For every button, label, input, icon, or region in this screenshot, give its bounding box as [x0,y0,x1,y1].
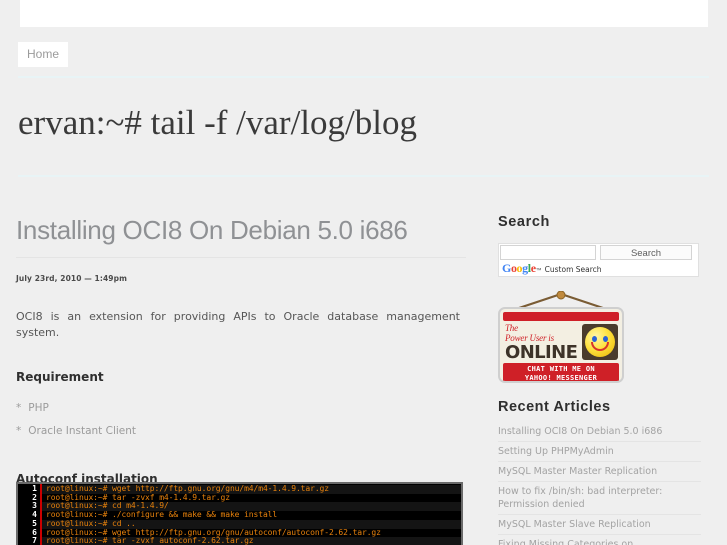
badge-middle: The Power User is ONLINE [500,321,622,363]
recent-article-link[interactable]: Fixing Missing Categories on [498,538,701,545]
recent-article-link[interactable]: Setting Up PHPMyAdmin [498,445,701,458]
badge-top-stripe [503,312,619,321]
smiley-mouth [591,342,609,351]
list-item[interactable]: MySQL Master Master Replication [498,462,701,482]
google-branding: Google ™ Custom Search [499,261,698,276]
list-item-label: PHP [28,402,49,414]
trademark-symbol: ™ [535,268,542,274]
google-custom-search-widget: Search Google ™ Custom Search [498,243,699,277]
main-navigation: Home [18,42,69,67]
custom-search-label: Custom Search [544,265,602,274]
badge-footer-line2: YAHOO! MESSENGER [524,373,598,382]
list-item[interactable]: MySQL Master Slave Replication [498,515,701,535]
list-item[interactable]: Setting Up PHPMyAdmin [498,442,701,462]
nav-item-home[interactable]: Home [18,42,69,67]
list-item: * PHP [16,397,466,420]
post-date: July 23rd, 2010 — 1:49pm [16,274,127,283]
asterisk-icon: * [16,425,22,437]
requirement-heading: Requirement [16,370,104,384]
main-content: Installing OCI8 On Debian 5.0 i686 July … [16,215,466,486]
recent-article-link[interactable]: MySQL Master Master Replication [498,465,701,478]
badge-footer: CHAT WITH ME ON YAHOO! MESSENGER [503,363,619,382]
divider-below-title [18,175,709,177]
badge-script-line1: The [505,323,518,333]
requirement-list: * PHP * Oracle Instant Client [16,397,466,443]
search-button[interactable]: Search [600,245,692,260]
search-input[interactable] [500,245,596,260]
recent-article-link[interactable]: How to fix /bin/sh: bad interpreter: Per… [498,485,701,511]
post-intro-paragraph: OCI8 is an extension for providing APIs … [16,310,460,339]
recent-articles-list: Installing OCI8 On Debian 5.0 i686 Setti… [498,422,701,545]
google-logo-g1: G [502,261,511,275]
badge-text-group: The Power User is ONLINE [505,323,582,363]
code-line-number: 7 [32,536,37,545]
code-line-numbers: 1 2 3 4 5 6 7 [18,484,42,545]
list-item-label: Oracle Instant Client [28,425,137,437]
badge-headline: ONLINE [505,342,578,363]
divider-above-title [18,76,709,78]
list-item[interactable]: Fixing Missing Categories on [498,535,701,545]
search-heading: Search [498,214,550,230]
code-block[interactable]: 1 2 3 4 5 6 7 root@linux:~# wget http://… [16,482,463,545]
page-root: Home ervan:~# tail -f /var/log/blog Inst… [0,0,727,545]
recent-article-link[interactable]: MySQL Master Slave Replication [498,518,701,531]
code-content: root@linux:~# wget http://ftp.gnu.org/gn… [42,484,461,545]
recent-articles-heading: Recent Articles [498,399,611,415]
yahoo-messenger-status-badge[interactable]: The Power User is ONLINE CHAT WITH ME ON [498,291,624,383]
asterisk-icon: * [16,402,22,414]
list-item: * Oracle Instant Client [16,420,466,443]
list-item[interactable]: How to fix /bin/sh: bad interpreter: Per… [498,482,701,515]
site-title: ervan:~# tail -f /var/log/blog [18,103,417,142]
google-logo-icon: Google [502,262,536,274]
header-white-band [20,0,708,27]
recent-article-link[interactable]: Installing OCI8 On Debian 5.0 i686 [498,425,701,438]
smiley-face-icon [582,324,618,360]
badge-footer-line1: CHAT WITH ME ON [527,365,595,373]
list-item[interactable]: Installing OCI8 On Debian 5.0 i686 [498,422,701,442]
badge-card: The Power User is ONLINE CHAT WITH ME ON [498,307,624,383]
sidebar: Search Search Google™Custom Search The [498,214,708,545]
post-title[interactable]: Installing OCI8 On Debian 5.0 i686 [16,215,466,258]
search-row: Search [499,244,698,261]
code-line: root@linux:~# tar -zvxf autoconf-2.62.ta… [42,537,461,545]
